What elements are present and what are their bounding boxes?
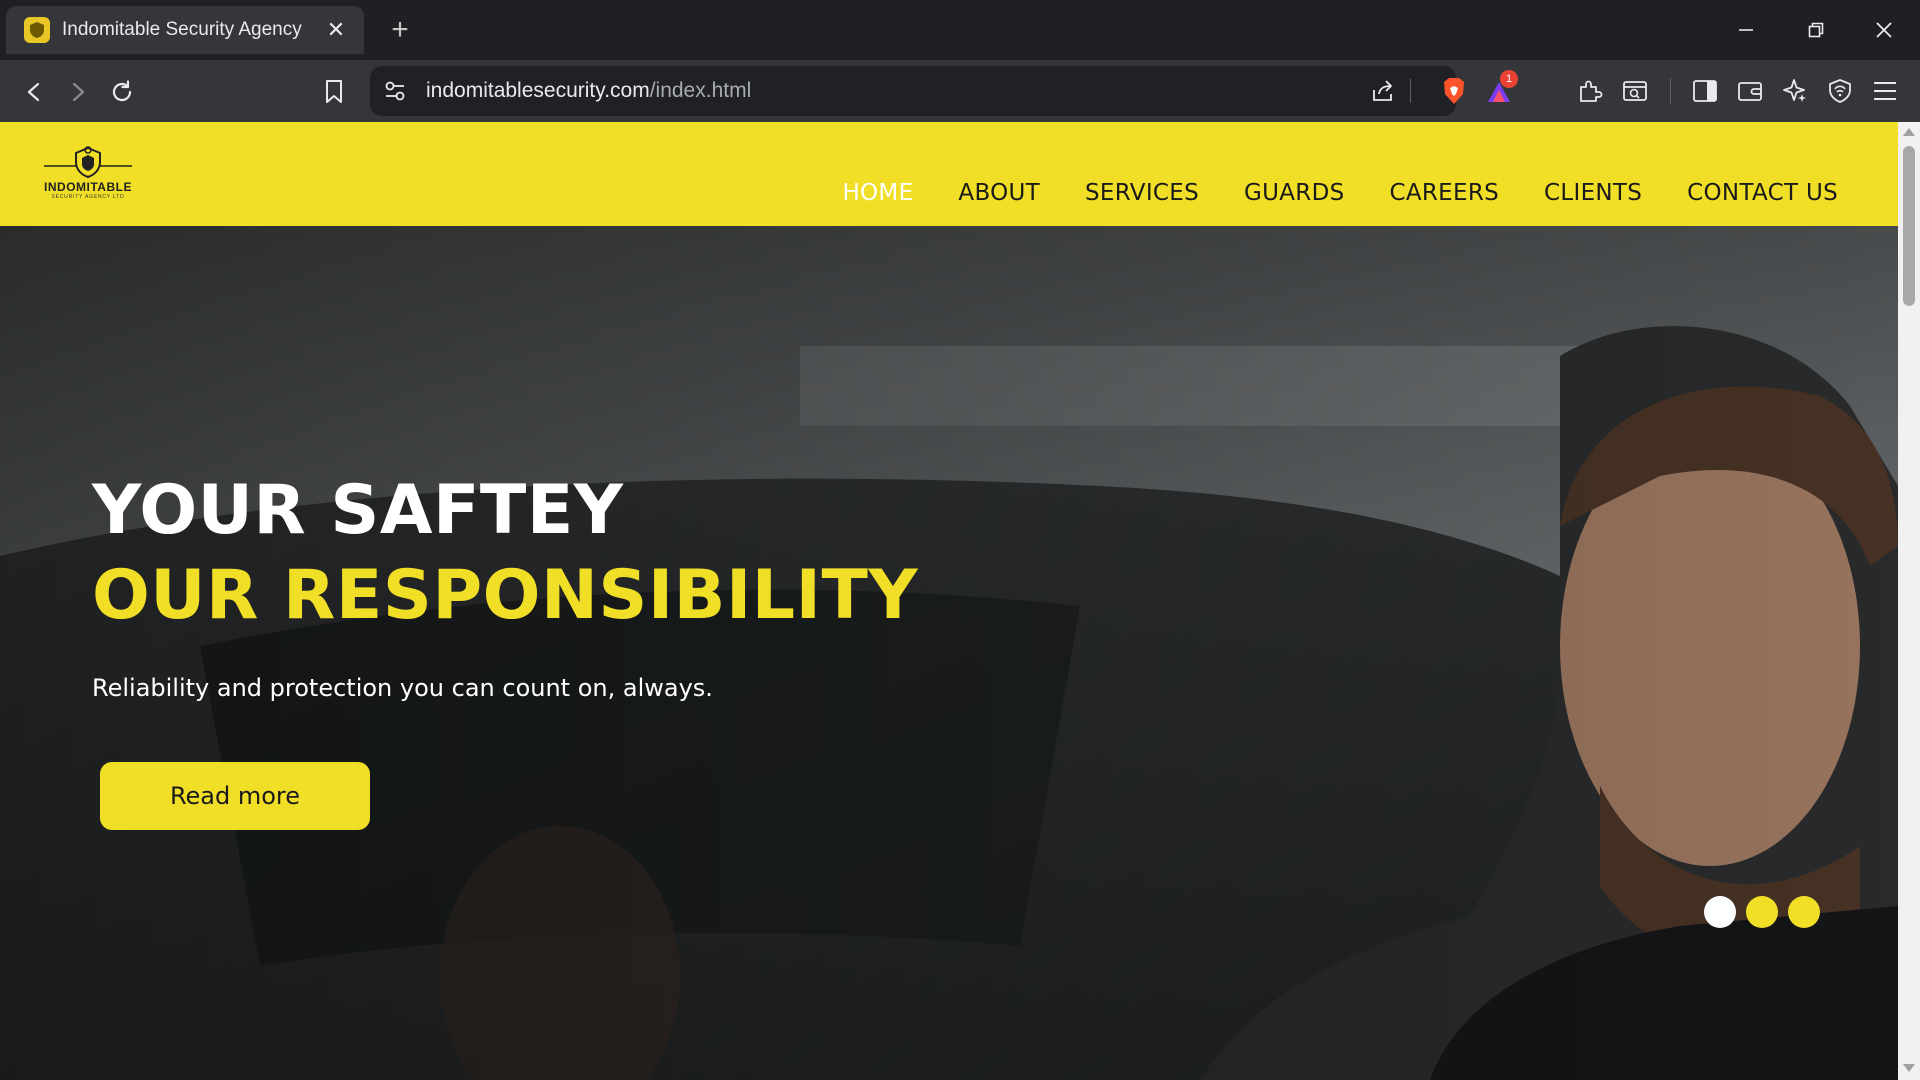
nav-contact[interactable]: CONTACT US bbox=[1687, 180, 1838, 206]
back-icon[interactable] bbox=[14, 72, 54, 112]
url-path: /index.html bbox=[649, 79, 752, 102]
slider-dot-3[interactable] bbox=[1788, 896, 1820, 928]
tab-strip: Indomitable Security Agency ✕ + bbox=[0, 0, 1920, 60]
logo-shield-icon bbox=[44, 146, 132, 179]
hero-slider: YOUR SAFTEY OUR RESPONSIBILITY Reliabili… bbox=[0, 226, 1898, 1080]
main-nav: HOME ABOUT SERVICES GUARDS CAREERS CLIEN… bbox=[797, 180, 1838, 206]
browser-toolbar: indomitablesecurity.com/index.html 1 bbox=[0, 60, 1920, 122]
nav-careers[interactable]: CAREERS bbox=[1389, 180, 1499, 206]
share-icon[interactable] bbox=[1370, 78, 1396, 104]
tab-title: Indomitable Security Agency bbox=[62, 19, 302, 40]
site-header: INDOMITABLE SECURITY AGENCY LTD HOME ABO… bbox=[0, 122, 1898, 226]
rewards-badge: 1 bbox=[1500, 70, 1518, 88]
nav-about[interactable]: ABOUT bbox=[958, 180, 1040, 206]
scroll-up-arrow-icon[interactable] bbox=[1903, 128, 1915, 136]
minimize-window-icon[interactable] bbox=[1726, 10, 1766, 50]
slider-dot-1[interactable] bbox=[1704, 896, 1736, 928]
logo-wordmark: INDOMITABLE bbox=[44, 180, 132, 194]
scrollbar-thumb[interactable] bbox=[1903, 146, 1915, 306]
site-favicon-icon bbox=[24, 17, 50, 43]
sidebar-toggle-icon[interactable] bbox=[1688, 74, 1722, 108]
wallet-icon[interactable] bbox=[1733, 74, 1767, 108]
hero-subtitle: Reliability and protection you can count… bbox=[92, 674, 713, 702]
bookmark-icon[interactable] bbox=[314, 72, 354, 112]
address-bar[interactable]: indomitablesecurity.com/index.html 1 bbox=[370, 66, 1518, 116]
slider-pagination bbox=[1704, 896, 1830, 928]
read-more-button[interactable]: Read more bbox=[100, 762, 370, 830]
leo-ai-icon[interactable] bbox=[1778, 74, 1812, 108]
logo-subtext: SECURITY AGENCY LTD bbox=[51, 194, 125, 200]
screenshot-search-icon[interactable] bbox=[1618, 74, 1652, 108]
restore-window-icon[interactable] bbox=[1796, 10, 1836, 50]
nav-home[interactable]: HOME bbox=[842, 180, 913, 206]
page-scrollbar[interactable] bbox=[1898, 122, 1920, 1080]
hero-title-line2: OUR RESPONSIBILITY bbox=[92, 556, 919, 635]
slider-dot-2[interactable] bbox=[1746, 896, 1778, 928]
menu-icon[interactable] bbox=[1868, 74, 1902, 108]
url-domain: indomitablesecurity.com bbox=[426, 79, 650, 102]
toolbar-divider bbox=[1670, 78, 1671, 104]
page-viewport: INDOMITABLE SECURITY AGENCY LTD HOME ABO… bbox=[0, 122, 1898, 1080]
scroll-down-arrow-icon[interactable] bbox=[1903, 1064, 1915, 1072]
hero-overlay bbox=[0, 226, 1898, 1080]
reload-icon[interactable] bbox=[102, 72, 142, 112]
omnibox-divider bbox=[1410, 79, 1411, 103]
site-settings-icon[interactable] bbox=[382, 78, 408, 104]
browser-tab[interactable]: Indomitable Security Agency ✕ bbox=[6, 6, 364, 54]
forward-icon[interactable] bbox=[58, 72, 98, 112]
extensions-icon[interactable] bbox=[1573, 74, 1607, 108]
nav-guards[interactable]: GUARDS bbox=[1244, 180, 1344, 206]
nav-clients[interactable]: CLIENTS bbox=[1544, 180, 1642, 206]
brave-shields-icon[interactable] bbox=[1440, 76, 1468, 106]
vpn-shield-icon[interactable] bbox=[1823, 74, 1857, 108]
new-tab-button[interactable]: + bbox=[384, 14, 416, 46]
url-text[interactable]: indomitablesecurity.com/index.html bbox=[426, 79, 751, 103]
hero-title-line1: YOUR SAFTEY bbox=[92, 471, 624, 550]
nav-services[interactable]: SERVICES bbox=[1085, 180, 1199, 206]
tab-close-icon[interactable]: ✕ bbox=[322, 16, 350, 44]
close-window-icon[interactable] bbox=[1864, 10, 1904, 50]
